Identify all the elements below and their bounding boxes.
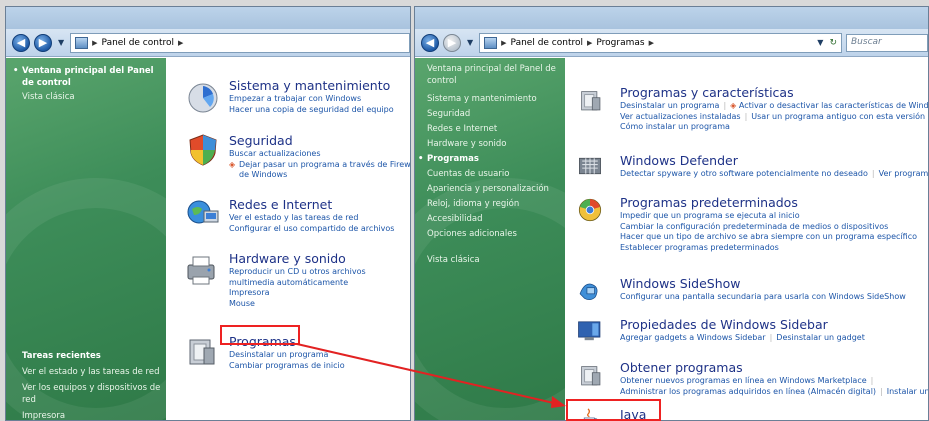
arrow-annotation bbox=[296, 343, 566, 408]
arrow-head bbox=[551, 396, 566, 408]
arrow-line bbox=[296, 343, 559, 405]
